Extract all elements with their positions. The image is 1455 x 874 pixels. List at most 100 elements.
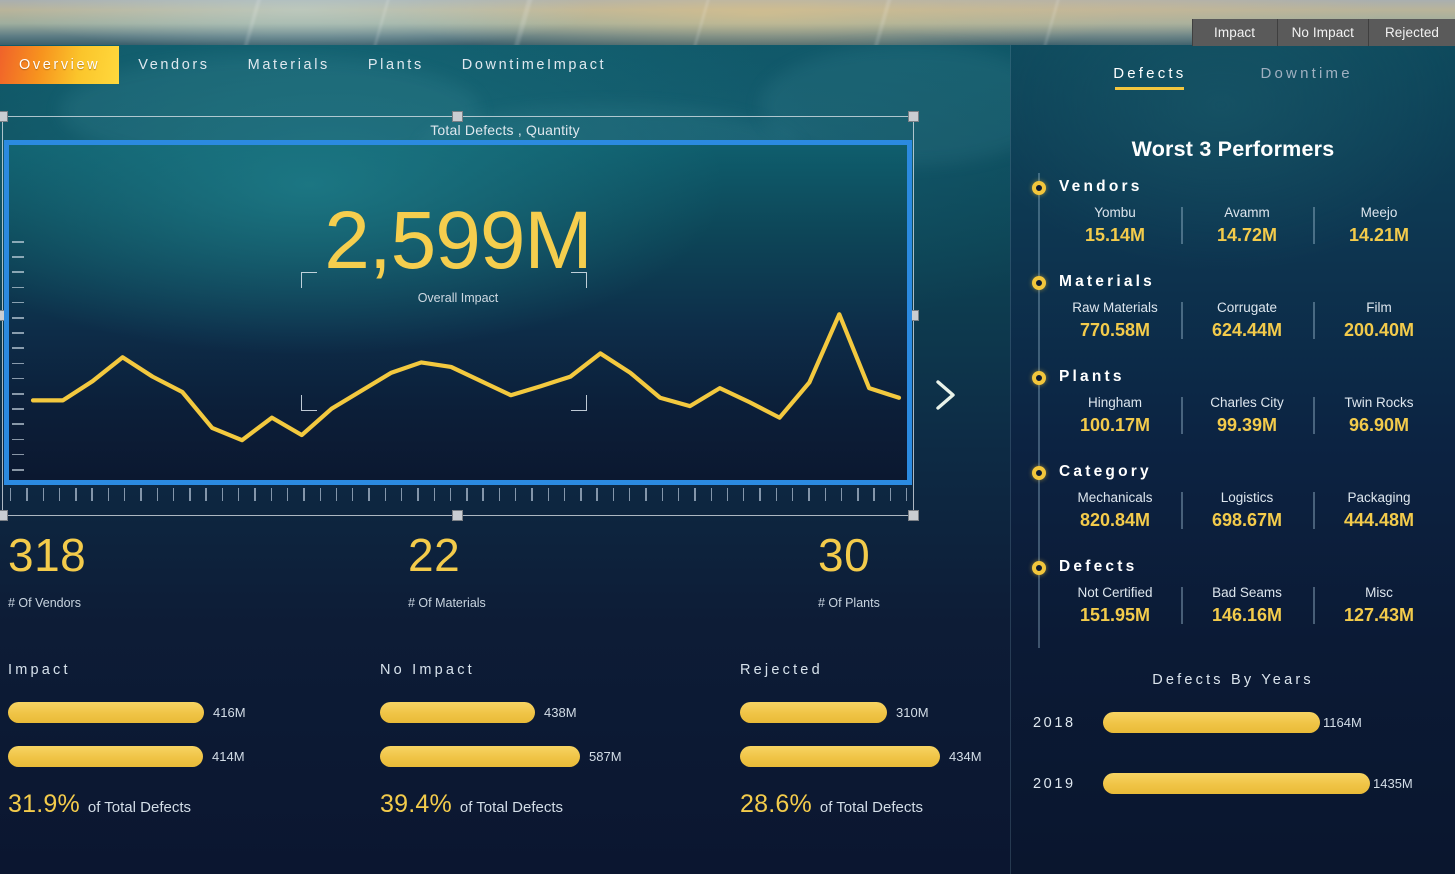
section-materials: Materials Raw Materials 770.58M Corrugat…	[1011, 268, 1455, 363]
no-impact-bar-row-2: 587M	[380, 746, 622, 767]
right-tab-defects[interactable]: Defects	[1113, 65, 1186, 90]
rejected-bar-2[interactable]	[740, 746, 940, 767]
tab-overview[interactable]: Overview	[0, 46, 120, 84]
impact-bar-2[interactable]	[8, 746, 203, 767]
line-series-total-defects	[30, 312, 902, 443]
bar-group-impact-title: Impact	[8, 662, 71, 678]
impact-bar-1-value: 416M	[213, 705, 246, 720]
x-axis-tick	[645, 488, 647, 501]
window-filter-impact[interactable]: Impact	[1191, 19, 1278, 46]
list-item[interactable]: Raw Materials 770.58M	[1049, 300, 1181, 341]
y-axis-tick	[12, 438, 24, 441]
x-axis-tick	[368, 488, 370, 501]
total-defects-line-visual[interactable]: 2,599M Overall Impact	[4, 140, 912, 485]
list-item[interactable]: Mechanicals 820.84M	[1049, 490, 1181, 531]
item-value: 770.58M	[1079, 320, 1151, 340]
item-name: Hingham	[1087, 395, 1143, 410]
resize-handle-top-right[interactable]	[908, 111, 919, 122]
resize-handle-top-left[interactable]	[0, 111, 8, 122]
list-item[interactable]: Hingham 100.17M	[1049, 395, 1181, 436]
year-2018-label: 2018	[1033, 714, 1076, 731]
y-axis-tick	[12, 362, 24, 365]
right-panel-tabs: Defects Downtime	[1011, 65, 1455, 90]
kpi-plants: 30 # Of Plants	[818, 532, 880, 610]
resize-handle-bottom-center[interactable]	[452, 510, 463, 521]
resize-handle-top-center[interactable]	[452, 111, 463, 122]
x-axis-tick	[335, 488, 338, 501]
no-impact-percent-label: of Total Defects	[459, 799, 564, 816]
list-item[interactable]: Twin Rocks 96.90M	[1313, 395, 1445, 436]
section-vendors-items: Yombu 15.14M Avamm 14.72M Meejo 14.21M	[1049, 205, 1445, 246]
item-name: Not Certified	[1077, 585, 1153, 600]
year-2018-bar[interactable]	[1103, 712, 1320, 733]
tab-materials[interactable]: Materials	[229, 46, 349, 84]
no-impact-bar-2[interactable]	[380, 746, 580, 767]
rejected-bar-1[interactable]	[740, 702, 887, 723]
tab-plants[interactable]: Plants	[349, 46, 443, 84]
x-axis-tick	[580, 488, 582, 501]
item-name: Corrugate	[1216, 300, 1278, 315]
x-axis-tick	[547, 488, 549, 501]
list-item[interactable]: Meejo 14.21M	[1313, 205, 1445, 246]
list-item[interactable]: Misc 127.43M	[1313, 585, 1445, 626]
bullet-dot-icon	[1032, 466, 1046, 480]
no-impact-bar-1[interactable]	[380, 702, 535, 723]
x-axis-tick	[433, 488, 435, 501]
list-item[interactable]: Packaging 444.48M	[1313, 490, 1445, 531]
x-axis-tick	[352, 488, 354, 501]
tab-vendors[interactable]: Vendors	[119, 46, 228, 84]
window-filter-rejected[interactable]: Rejected	[1369, 19, 1455, 46]
worst-performers-title: Worst 3 Performers	[1131, 137, 1335, 161]
x-axis-tick	[791, 488, 794, 501]
list-item[interactable]: Bad Seams 146.16M	[1181, 585, 1313, 626]
item-name: Mechanicals	[1077, 490, 1153, 505]
y-axis-tick	[12, 423, 24, 425]
no-impact-bar-row-1: 438M	[380, 702, 622, 723]
x-axis-tick	[531, 488, 533, 501]
x-axis-tick	[254, 488, 256, 501]
x-axis-tick	[775, 488, 778, 501]
x-axis-tick	[124, 488, 126, 501]
item-name: Film	[1366, 300, 1392, 315]
impact-bar-1[interactable]	[8, 702, 204, 723]
section-category: Category Mechanicals 820.84M Logistics 6…	[1011, 458, 1455, 553]
x-axis-tick	[466, 488, 468, 501]
list-item[interactable]: Yombu 15.14M	[1049, 205, 1181, 246]
year-2019-bar[interactable]	[1103, 773, 1370, 794]
list-item[interactable]: Film 200.40M	[1313, 300, 1445, 341]
bullet-dot-icon	[1032, 561, 1046, 575]
list-item[interactable]: Avamm 14.72M	[1181, 205, 1313, 246]
bar-group-rejected-title: Rejected	[740, 662, 823, 678]
resize-handle-bottom-left[interactable]	[0, 510, 8, 521]
item-value: 14.72M	[1216, 225, 1278, 245]
bar-group-no-impact: No Impact 438M 587M 39.4% of Total Defec…	[380, 662, 622, 819]
resize-handle-bottom-right[interactable]	[908, 510, 919, 521]
tab-downtime-impact[interactable]: DowntimeImpact	[443, 46, 625, 84]
x-axis-tick	[515, 488, 517, 501]
bar-group-rejected: Rejected 310M 434M 28.6% of Total Defect…	[740, 662, 982, 819]
list-item[interactable]: Logistics 698.67M	[1181, 490, 1313, 531]
rejected-bar-1-value: 310M	[896, 705, 929, 720]
kpi-overall-impact-label: Overall Impact	[417, 291, 499, 305]
y-axis-tick	[12, 377, 24, 380]
list-item[interactable]: Corrugate 624.44M	[1181, 300, 1313, 341]
kpi-materials-label: # Of Materials	[408, 596, 486, 610]
right-tab-downtime[interactable]: Downtime	[1260, 65, 1352, 90]
item-value: 200.40M	[1343, 320, 1415, 340]
impact-bar-row-2: 414M	[8, 746, 246, 767]
next-page-chevron-icon[interactable]	[928, 374, 962, 416]
item-name: Logistics	[1220, 490, 1274, 505]
x-axis-tick	[612, 488, 615, 501]
list-item[interactable]: Not Certified 151.95M	[1049, 585, 1181, 626]
year-2019-label: 2019	[1033, 775, 1076, 792]
rejected-percent-row: 28.6% of Total Defects	[740, 790, 982, 819]
x-axis-tick	[270, 488, 273, 501]
section-materials-title: Materials	[1059, 273, 1155, 290]
x-axis-tick	[889, 488, 892, 501]
list-item[interactable]: Charles City 99.39M	[1181, 395, 1313, 436]
main-content-area: Total Defects , Quantity 2,599M Overall …	[0, 84, 1010, 874]
no-impact-bar-1-value: 438M	[544, 705, 577, 720]
x-axis-tick	[189, 488, 191, 501]
window-filter-no-impact[interactable]: No Impact	[1277, 19, 1369, 46]
item-name: Bad Seams	[1212, 585, 1282, 600]
